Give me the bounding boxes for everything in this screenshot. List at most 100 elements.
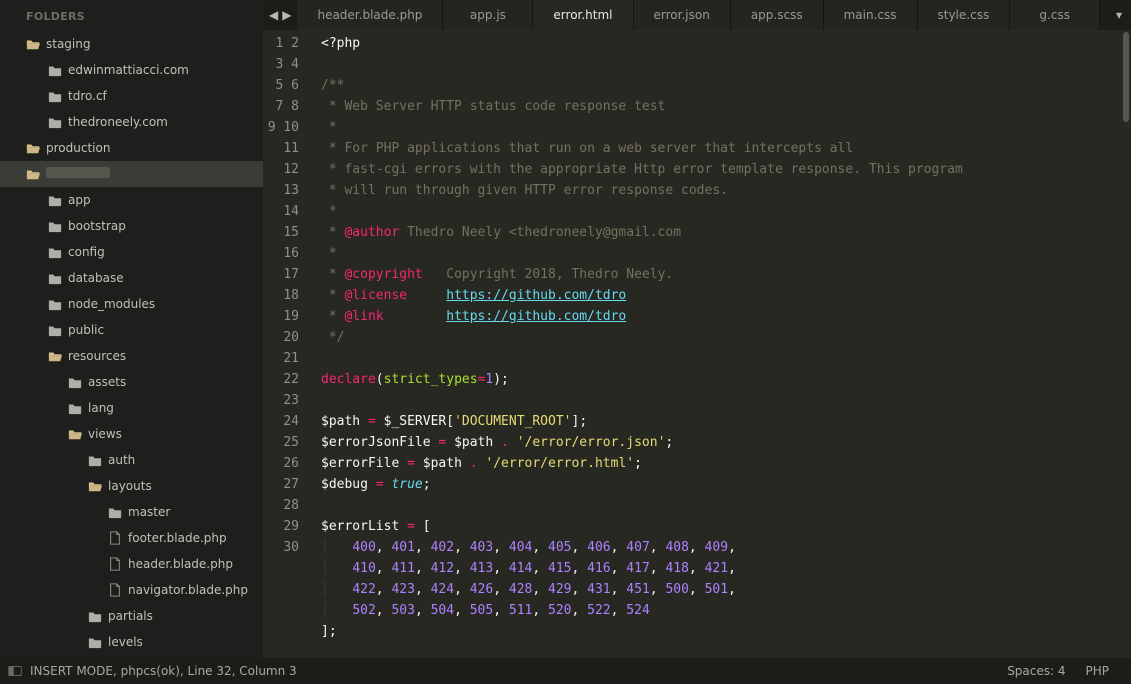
folder-item-node-modules[interactable]: node_modules <box>0 291 263 317</box>
folder-icon <box>88 635 108 649</box>
file-icon <box>108 557 128 571</box>
folder-icon <box>108 505 128 519</box>
folder-icon <box>48 193 68 207</box>
tree-item-label: lang <box>88 401 114 415</box>
tab-label: main.css <box>844 8 897 22</box>
file-item-header-blade-php[interactable]: header.blade.php <box>0 551 263 577</box>
tree-item-label: views <box>88 427 122 441</box>
tab-overflow-button[interactable]: ▾ <box>1107 0 1131 30</box>
folder-icon <box>48 115 68 129</box>
folder-item-bootstrap[interactable]: bootstrap <box>0 213 263 239</box>
folder-item-production[interactable]: production <box>0 135 263 161</box>
tab-error-json[interactable]: error.json <box>634 0 731 30</box>
tab-label: header.blade.php <box>317 8 422 22</box>
folder-item-database[interactable]: database <box>0 265 263 291</box>
panel-switch-icon[interactable] <box>8 666 22 676</box>
tree-item-label: staging <box>46 37 90 51</box>
folder-item-config[interactable]: config <box>0 239 263 265</box>
tree-item-label: auth <box>108 453 135 467</box>
folder-item-layouts[interactable]: layouts <box>0 473 263 499</box>
folder-sidebar[interactable]: FOLDERS staging edwinmattiacci.com tdro.cf… <box>0 0 263 658</box>
tab-app-js[interactable]: app.js <box>443 0 533 30</box>
tab-style-css[interactable]: style.css <box>918 0 1011 30</box>
folder-icon <box>48 89 68 103</box>
folder-icon <box>88 609 108 623</box>
tree-item-label: assets <box>88 375 126 389</box>
file-icon <box>108 583 128 597</box>
folder-item-untitled[interactable] <box>0 161 263 187</box>
sidebar-header: FOLDERS <box>0 6 263 31</box>
tab-header-blade-php[interactable]: header.blade.php <box>297 0 443 30</box>
tab-label: error.html <box>553 8 612 22</box>
tree-item-label: footer.blade.php <box>128 531 227 545</box>
folder-item-partials[interactable]: partials <box>0 603 263 629</box>
status-mode-text: INSERT MODE, phpcs(ok), Line 32, Column … <box>30 664 297 678</box>
file-icon <box>108 531 128 545</box>
tree-item-label: tdro.cf <box>68 89 107 103</box>
file-item-navigator-blade-php[interactable]: navigator.blade.php <box>0 577 263 603</box>
folder-item-views[interactable]: views <box>0 421 263 447</box>
tab-prev-icon[interactable]: ◀ <box>269 8 278 22</box>
folder-item-resources[interactable]: resources <box>0 343 263 369</box>
folder-item-auth[interactable]: auth <box>0 447 263 473</box>
folder-open-icon <box>88 479 108 493</box>
tree-item-label: master <box>128 505 170 519</box>
line-number-gutter[interactable]: 1 2 3 4 5 6 7 8 9 10 11 12 13 14 15 16 1… <box>263 30 311 658</box>
folder-icon <box>48 323 68 337</box>
folder-item-master[interactable]: master <box>0 499 263 525</box>
tab-next-icon[interactable]: ▶ <box>282 8 291 22</box>
editor-pane: ◀ ▶ header.blade.php app.js error.html erro… <box>263 0 1131 658</box>
folder-open-icon <box>68 427 88 441</box>
tree-item-label: partials <box>108 609 153 623</box>
folder-item-thedroneely-com[interactable]: thedroneely.com <box>0 109 263 135</box>
folder-icon <box>68 375 88 389</box>
tree-item-label: levels <box>108 635 143 649</box>
file-item-footer-blade-php[interactable]: footer.blade.php <box>0 525 263 551</box>
tree-item-label: edwinmattiacci.com <box>68 63 189 77</box>
folder-open-icon <box>26 167 46 181</box>
tree-item-label: node_modules <box>68 297 155 311</box>
folder-item-app[interactable]: app <box>0 187 263 213</box>
folder-icon <box>48 245 68 259</box>
folder-item-staging[interactable]: staging <box>0 31 263 57</box>
folder-item-edwinmattiacci-com[interactable]: edwinmattiacci.com <box>0 57 263 83</box>
tree-item-label: app <box>68 193 91 207</box>
tab-bar: ◀ ▶ header.blade.php app.js error.html erro… <box>263 0 1131 30</box>
tab-label: error.json <box>654 8 710 22</box>
folder-open-icon <box>48 349 68 363</box>
tree-item-label: navigator.blade.php <box>128 583 248 597</box>
tab-main-css[interactable]: main.css <box>824 0 918 30</box>
folder-icon <box>48 271 68 285</box>
tree-item-label: header.blade.php <box>128 557 233 571</box>
tree-item-label: production <box>46 141 110 155</box>
status-bar: INSERT MODE, phpcs(ok), Line 32, Column … <box>0 658 1131 684</box>
editor-scrollbar-thumb[interactable] <box>1123 32 1129 122</box>
tree-item-label: resources <box>68 349 126 363</box>
folder-item-lang[interactable]: lang <box>0 395 263 421</box>
folder-item-tdro-cf[interactable]: tdro.cf <box>0 83 263 109</box>
tree-item-label <box>46 167 110 181</box>
folder-open-icon <box>26 141 46 155</box>
status-indent[interactable]: Spaces: 4 <box>997 664 1075 678</box>
folder-icon <box>48 297 68 311</box>
tab-error-html[interactable]: error.html <box>533 0 633 30</box>
editor-scrollbar[interactable] <box>1121 30 1131 658</box>
code-editor[interactable]: <?php /** * Web Server HTTP status code … <box>311 30 1131 658</box>
tree-item-label: thedroneely.com <box>68 115 168 129</box>
tab-app-scss[interactable]: app.scss <box>731 0 824 30</box>
tree-item-label: database <box>68 271 124 285</box>
tree-item-label: layouts <box>108 479 152 493</box>
tree-item-label: config <box>68 245 105 259</box>
tree-item-label: public <box>68 323 104 337</box>
folder-icon <box>68 401 88 415</box>
status-language[interactable]: PHP <box>1076 664 1120 678</box>
tab-nav-arrows[interactable]: ◀ ▶ <box>263 0 297 30</box>
tab-g-css[interactable]: g.css <box>1010 0 1100 30</box>
folder-icon <box>48 63 68 77</box>
folder-icon <box>88 453 108 467</box>
tab-label: style.css <box>938 8 990 22</box>
folder-item-assets[interactable]: assets <box>0 369 263 395</box>
folder-item-levels[interactable]: levels <box>0 629 263 655</box>
tree-item-label: bootstrap <box>68 219 126 233</box>
folder-item-public[interactable]: public <box>0 317 263 343</box>
